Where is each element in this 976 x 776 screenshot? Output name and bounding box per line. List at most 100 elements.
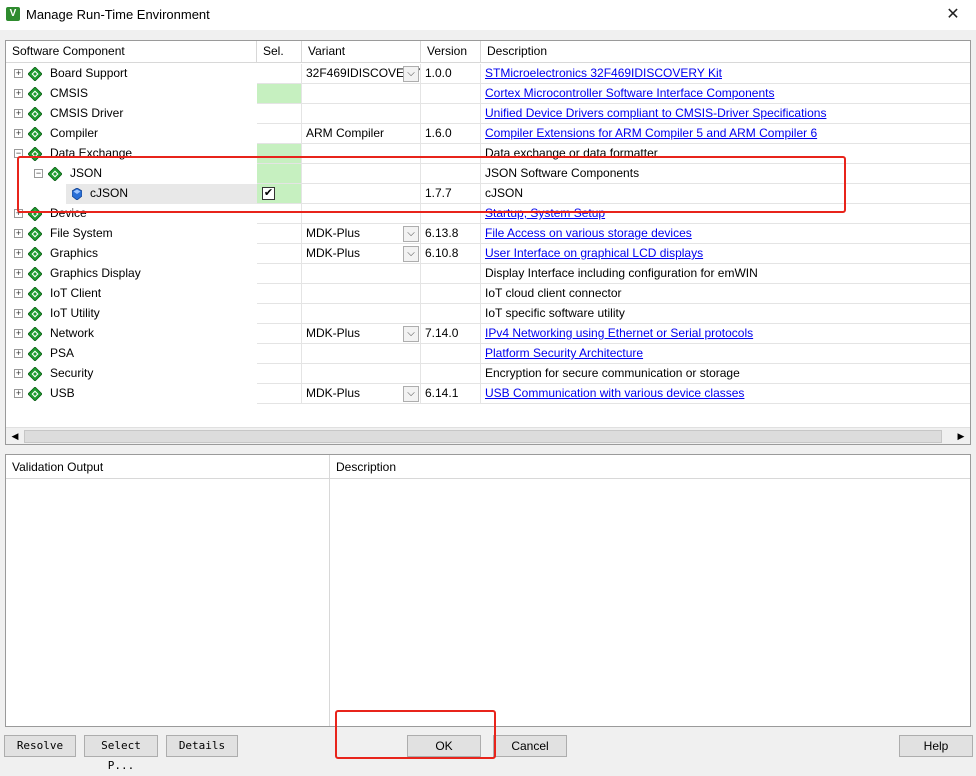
description-cell[interactable]: Cortex Microcontroller Software Interfac… — [481, 84, 970, 104]
component-row[interactable]: + Compiler ARM Compiler 1.6.0 Compiler Exten… — [6, 124, 970, 144]
description-link[interactable]: Startup, System Setup — [485, 206, 605, 220]
component-name-cell[interactable]: − Data Exchange — [6, 144, 258, 164]
description-cell[interactable]: File Access on various storage devices — [481, 224, 970, 244]
expand-icon[interactable]: + — [14, 289, 23, 298]
selection-cell[interactable]: ✔ — [257, 184, 302, 204]
description-link[interactable]: Platform Security Architecture — [485, 346, 643, 360]
component-row[interactable]: + PSA Platform Security Architecture — [6, 344, 970, 364]
resolve-button[interactable]: Resolve — [4, 735, 76, 757]
header-variant[interactable]: Variant — [302, 41, 421, 63]
ok-button[interactable]: OK — [407, 735, 481, 757]
component-name-cell[interactable]: + IoT Client — [6, 284, 258, 304]
variant-cell[interactable]: 32F469IDISCOVERY ⌵ — [302, 64, 421, 84]
description-link[interactable]: User Interface on graphical LCD displays — [485, 246, 703, 260]
selection-cell[interactable] — [257, 164, 302, 184]
expand-icon[interactable]: + — [14, 69, 23, 78]
header-sel[interactable]: Sel. — [257, 41, 302, 63]
component-name-cell[interactable]: + File System — [6, 224, 258, 244]
component-name-cell[interactable]: + Board Support — [6, 64, 258, 84]
component-name-cell[interactable]: + Device — [6, 204, 258, 224]
scrollbar-thumb[interactable] — [24, 430, 942, 443]
chevron-down-icon[interactable]: ⌵ — [403, 386, 419, 402]
component-name-cell[interactable]: cJSON — [6, 184, 258, 204]
component-row[interactable]: + IoT Client IoT cloud client connector — [6, 284, 970, 304]
chevron-down-icon[interactable]: ⌵ — [403, 66, 419, 82]
expand-icon[interactable]: + — [14, 209, 23, 218]
chevron-down-icon[interactable]: ⌵ — [403, 226, 419, 242]
selection-cell[interactable] — [257, 104, 302, 124]
selection-cell[interactable] — [257, 344, 302, 364]
selection-cell[interactable] — [257, 144, 302, 164]
description-link[interactable]: IPv4 Networking using Ethernet or Serial… — [485, 326, 753, 340]
expand-icon[interactable]: + — [14, 109, 23, 118]
expand-icon[interactable]: + — [14, 369, 23, 378]
component-row[interactable]: − JSON JSON Software Components — [6, 164, 970, 184]
component-name-cell[interactable]: + IoT Utility — [6, 304, 258, 324]
chevron-down-icon[interactable]: ⌵ — [403, 246, 419, 262]
expand-icon[interactable]: + — [14, 329, 23, 338]
component-name-cell[interactable]: + CMSIS Driver — [6, 104, 258, 124]
component-row[interactable]: + Device Startup, System Setup — [6, 204, 970, 224]
header-version[interactable]: Version — [421, 41, 481, 63]
selection-cell[interactable] — [257, 244, 302, 264]
scroll-right-arrow-icon[interactable]: ▶ — [953, 429, 969, 444]
chevron-down-icon[interactable]: ⌵ — [403, 326, 419, 342]
description-link[interactable]: Compiler Extensions for ARM Compiler 5 a… — [485, 126, 817, 140]
variant-cell[interactable]: MDK-Plus ⌵ — [302, 224, 421, 244]
component-checkbox[interactable]: ✔ — [262, 187, 275, 200]
component-row[interactable]: + File System MDK-Plus ⌵ 6.13.8 File Access o… — [6, 224, 970, 244]
component-row[interactable]: cJSON ✔ 1.7.7 cJSON — [6, 184, 970, 204]
collapse-icon[interactable]: − — [34, 169, 43, 178]
component-row[interactable]: + Network MDK-Plus ⌵ 7.14.0 IPv4 Networking u… — [6, 324, 970, 344]
description-link[interactable]: File Access on various storage devices — [485, 226, 692, 240]
header-description[interactable]: Description — [481, 41, 970, 63]
component-name-cell[interactable]: + Network — [6, 324, 258, 344]
description-cell[interactable]: Startup, System Setup — [481, 204, 970, 224]
details-button[interactable]: Details — [166, 735, 238, 757]
description-link[interactable]: USB Communication with various device cl… — [485, 386, 744, 400]
component-name-cell[interactable]: + Security — [6, 364, 258, 384]
header-software-component[interactable]: Software Component — [6, 41, 257, 63]
help-button[interactable]: Help — [899, 735, 973, 757]
variant-cell[interactable]: MDK-Plus ⌵ — [302, 384, 421, 404]
selection-cell[interactable] — [257, 324, 302, 344]
expand-icon[interactable]: + — [14, 309, 23, 318]
component-name-cell[interactable]: + Graphics — [6, 244, 258, 264]
component-row[interactable]: + Graphics Display Display Interface inclu… — [6, 264, 970, 284]
scroll-left-arrow-icon[interactable]: ◀ — [7, 429, 23, 444]
expand-icon[interactable]: + — [14, 249, 23, 258]
component-row[interactable]: + CMSIS Cortex Microcontroller Software In… — [6, 84, 970, 104]
component-name-cell[interactable]: + PSA — [6, 344, 258, 364]
selection-cell[interactable] — [257, 264, 302, 284]
description-cell[interactable]: User Interface on graphical LCD displays — [481, 244, 970, 264]
component-row[interactable]: + USB MDK-Plus ⌵ 6.14.1 USB Communication wit… — [6, 384, 970, 404]
description-cell[interactable]: Platform Security Architecture — [481, 344, 970, 364]
selection-cell[interactable] — [257, 384, 302, 404]
description-link[interactable]: STMicroelectronics 32F469IDISCOVERY Kit — [485, 66, 722, 80]
selection-cell[interactable] — [257, 84, 302, 104]
component-row[interactable]: + CMSIS Driver Unified Device Drivers comp… — [6, 104, 970, 124]
description-cell[interactable]: Compiler Extensions for ARM Compiler 5 a… — [481, 124, 970, 144]
component-row[interactable]: − Data Exchange Data exchange or data form… — [6, 144, 970, 164]
selection-cell[interactable] — [257, 304, 302, 324]
description-cell[interactable]: STMicroelectronics 32F469IDISCOVERY Kit — [481, 64, 970, 84]
selection-cell[interactable] — [257, 364, 302, 384]
close-button[interactable]: ✕ — [930, 0, 976, 30]
cancel-button[interactable]: Cancel — [493, 735, 567, 757]
component-row[interactable]: + Board Support 32F469IDISCOVERY ⌵ 1.0.0 STMi… — [6, 64, 970, 84]
variant-cell[interactable]: MDK-Plus ⌵ — [302, 324, 421, 344]
expand-icon[interactable]: + — [14, 349, 23, 358]
description-cell[interactable]: Unified Device Drivers compliant to CMSI… — [481, 104, 970, 124]
variant-cell[interactable]: MDK-Plus ⌵ — [302, 244, 421, 264]
component-name-cell[interactable]: + CMSIS — [6, 84, 258, 104]
expand-icon[interactable]: + — [14, 389, 23, 398]
component-name-cell[interactable]: + Graphics Display — [6, 264, 258, 284]
expand-icon[interactable]: + — [14, 129, 23, 138]
selection-cell[interactable] — [257, 284, 302, 304]
expand-icon[interactable]: + — [14, 89, 23, 98]
selection-cell[interactable] — [257, 124, 302, 144]
expand-icon[interactable]: + — [14, 229, 23, 238]
component-name-cell[interactable]: − JSON — [6, 164, 258, 184]
collapse-icon[interactable]: − — [14, 149, 23, 158]
horizontal-scrollbar[interactable]: ◀ ▶ — [6, 427, 970, 444]
